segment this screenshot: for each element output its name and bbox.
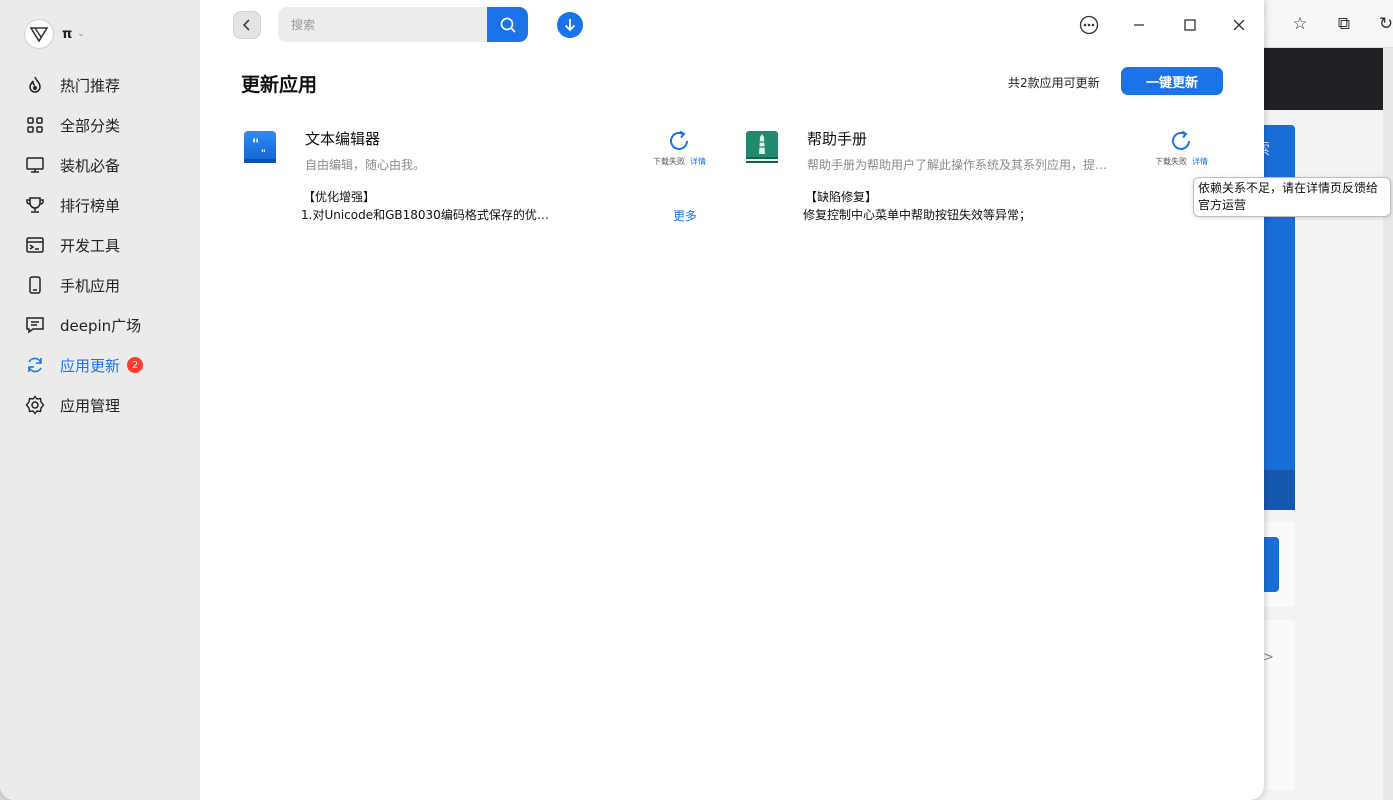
app-name: 帮助手册 <box>807 130 868 148</box>
user-name: π <box>62 26 73 42</box>
maximize-button[interactable] <box>1177 12 1203 38</box>
sidebar-item-dev-tools[interactable]: 开发工具 <box>24 227 194 263</box>
user-menu[interactable]: π ⌄ <box>24 18 85 50</box>
refresh-icon <box>24 354 46 376</box>
sidebar-item-label: 热门推荐 <box>60 76 121 95</box>
details-link[interactable]: 详情 <box>690 156 706 167</box>
app-update-item: 帮助手册 帮助手册为帮助用户了解此操作系统及其系列应用，提… 下载失败 详情 【… <box>743 128 1218 238</box>
search-input[interactable] <box>278 7 488 42</box>
sidebar-item-mobile-apps[interactable]: 手机应用 <box>24 267 194 303</box>
gear-icon <box>24 394 46 416</box>
download-manager-button[interactable] <box>557 12 583 38</box>
browser-scrollbar[interactable] <box>1383 48 1393 800</box>
flame-icon <box>24 74 46 96</box>
close-icon <box>1233 19 1245 31</box>
sidebar-item-label: 开发工具 <box>60 236 121 255</box>
sidebar-item-label: 手机应用 <box>60 276 121 295</box>
sidebar-item-label: 应用更新 <box>60 356 121 375</box>
minimize-icon <box>1134 24 1144 26</box>
changelog-line: 1.对Unicode和GB18030编码格式保存的优化… <box>301 208 556 222</box>
terminal-icon <box>24 234 46 256</box>
back-button[interactable] <box>233 11 261 39</box>
search-button[interactable] <box>487 7 528 42</box>
changelog-title: 【优化增强】 <box>303 190 376 204</box>
maximize-icon <box>1184 19 1196 31</box>
sidebar-item-categories[interactable]: 全部分类 <box>24 107 194 143</box>
help-manual-app-icon[interactable] <box>743 128 781 166</box>
svg-text:": " <box>261 149 266 159</box>
dependency-error-tooltip: 依赖关系不足，请在详情页反馈给官方运营 <box>1193 177 1391 217</box>
app-logo-icon <box>24 19 54 49</box>
history-icon[interactable]: ↻ <box>1374 12 1393 36</box>
refresh-icon <box>1172 130 1190 150</box>
search-icon <box>500 17 516 33</box>
update-count-badge: 2 <box>127 357 144 373</box>
monitor-icon <box>24 154 46 176</box>
app-description: 帮助手册为帮助用户了解此操作系统及其系列应用，提… <box>807 158 1108 172</box>
sidebar-item-label: 排行榜单 <box>60 196 121 215</box>
changelog-title: 【缺陷修复】 <box>805 190 878 204</box>
sidebar-item-rankings[interactable]: 排行榜单 <box>24 187 194 223</box>
app-store-window: π ⌄ 热门推荐 全部分类 装机必备 排行榜单 开发工具 手机应用 deepin… <box>0 0 1264 800</box>
changelog-line: 修复控制中心菜单中帮助按钮失效等异常； <box>803 208 1032 222</box>
favorites-star-icon[interactable]: ☆ <box>1288 12 1312 36</box>
app-description: 自由编辑，随心由我。 <box>305 158 426 172</box>
chevron-down-icon: ⌄ <box>77 29 85 39</box>
sidebar-item-label: 装机必备 <box>60 156 121 175</box>
more-options-icon <box>1079 15 1099 35</box>
sidebar-item-label: 应用管理 <box>60 396 121 415</box>
sidebar-item-label: 全部分类 <box>60 116 121 135</box>
details-link[interactable]: 详情 <box>1192 156 1208 167</box>
update-count-text: 共2款应用可更新 <box>1008 76 1100 90</box>
sidebar-item-hot[interactable]: 热门推荐 <box>24 67 194 103</box>
app-name: 文本编辑器 <box>305 130 381 148</box>
trophy-icon <box>24 194 46 216</box>
minimize-button[interactable] <box>1126 12 1152 38</box>
sidebar-item-label: deepin广场 <box>60 316 142 335</box>
download-failed-status: 下载失败 <box>653 157 685 166</box>
update-all-button[interactable]: 一键更新 <box>1121 67 1223 95</box>
chevron-left-icon <box>242 19 250 31</box>
grid-icon <box>24 114 46 136</box>
sidebar-item-essentials[interactable]: 装机必备 <box>24 147 194 183</box>
chat-icon <box>24 314 46 336</box>
more-link[interactable]: 更多 <box>673 207 697 224</box>
text-editor-app-icon[interactable]: " " <box>241 128 279 166</box>
app-update-item: " " 文本编辑器 自由编辑，随心由我。 下载失败 详情 【优化增强】 1.对Un… <box>241 128 716 238</box>
refresh-icon <box>670 130 688 150</box>
sidebar: π ⌄ 热门推荐 全部分类 装机必备 排行榜单 开发工具 手机应用 deepin… <box>0 0 200 800</box>
phone-icon <box>24 274 46 296</box>
sidebar-item-deepin-square[interactable]: deepin广场 <box>24 307 194 343</box>
svg-text:": " <box>252 137 259 153</box>
download-arrow-icon <box>564 19 576 32</box>
menu-button[interactable] <box>1076 12 1102 38</box>
title-bar <box>200 0 1264 50</box>
sidebar-item-app-updates[interactable]: 应用更新 2 <box>24 347 194 383</box>
page-title: 更新应用 <box>241 74 318 96</box>
download-failed-status: 下载失败 <box>1155 157 1187 166</box>
sidebar-item-app-management[interactable]: 应用管理 <box>24 387 194 423</box>
close-button[interactable] <box>1226 12 1252 38</box>
retry-update-button[interactable] <box>1168 128 1194 154</box>
collections-icon[interactable]: ⧉ <box>1332 12 1356 36</box>
retry-update-button[interactable] <box>666 128 692 154</box>
